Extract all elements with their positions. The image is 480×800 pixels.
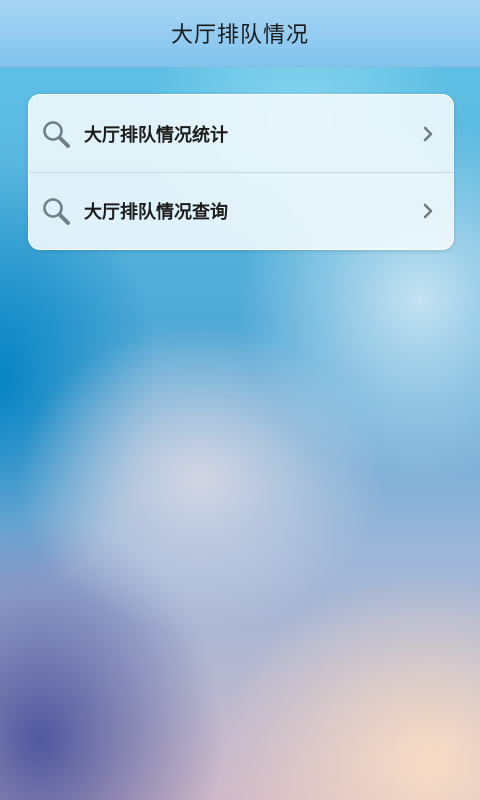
title-bar: 大厅排队情况 xyxy=(0,0,480,67)
menu-item-statistics[interactable]: 大厅排队情况统计 xyxy=(29,95,453,172)
menu-card: 大厅排队情况统计 大厅排队情况查询 xyxy=(28,94,454,250)
menu-item-query[interactable]: 大厅排队情况查询 xyxy=(29,172,453,249)
search-icon xyxy=(43,198,70,225)
menu-item-label: 大厅排队情况查询 xyxy=(84,202,228,223)
chevron-right-icon xyxy=(423,126,433,141)
page-title: 大厅排队情况 xyxy=(170,23,309,48)
search-icon xyxy=(43,120,70,148)
chevron-right-icon xyxy=(423,203,433,219)
menu-item-label: 大厅排队情况统计 xyxy=(84,124,228,146)
